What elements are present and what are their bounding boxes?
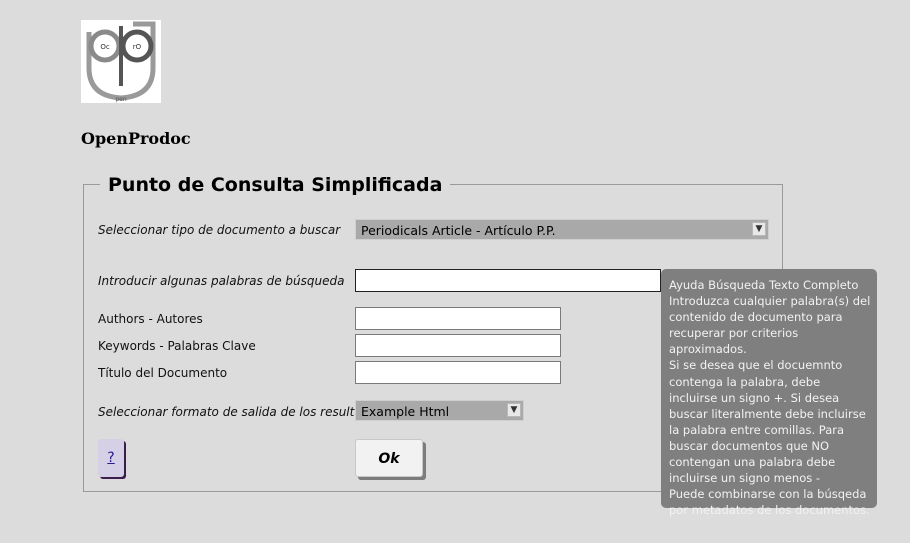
output-format-label: Seleccionar formato de salida de los res… (98, 405, 383, 419)
authors-input[interactable] (355, 307, 561, 330)
svg-text:Oc: Oc (100, 43, 110, 51)
doc-type-select[interactable]: Periodicals Article - Artículo P.P. ▼ (355, 219, 769, 240)
fulltext-input[interactable] (355, 269, 661, 292)
panel-title: Punto de Consulta Simplificada (100, 174, 451, 196)
fulltext-help-tooltip: Ayuda Búsqueda Texto Completo Introduzca… (661, 269, 877, 517)
chevron-down-icon: ▼ (507, 403, 521, 417)
logo-graphic: Oc rO pen (82, 21, 160, 103)
help-button[interactable]: ? (98, 439, 124, 477)
ok-button[interactable]: Ok (355, 439, 423, 477)
doc-type-label: Seleccionar tipo de documento a buscar (98, 223, 341, 237)
title-input[interactable] (355, 361, 561, 384)
fulltext-label: Introducir algunas palabras de búsqueda (98, 274, 345, 288)
title-label: Título del Documento (98, 366, 228, 380)
chevron-down-icon: ▼ (752, 222, 766, 236)
doc-type-value: Periodicals Article - Artículo P.P. (361, 223, 556, 238)
svg-text:rO: rO (133, 43, 142, 51)
output-format-select[interactable]: Example Html ▼ (355, 400, 524, 421)
openprodoc-logo: Oc rO pen (81, 20, 161, 103)
keywords-input[interactable] (355, 334, 561, 357)
output-format-value: Example Html (361, 404, 450, 419)
keywords-label: Keywords - Palabras Clave (98, 339, 256, 353)
authors-label: Authors - Autores (98, 312, 203, 326)
svg-text:pen: pen (115, 96, 127, 103)
app-title: OpenProdoc (81, 129, 191, 148)
